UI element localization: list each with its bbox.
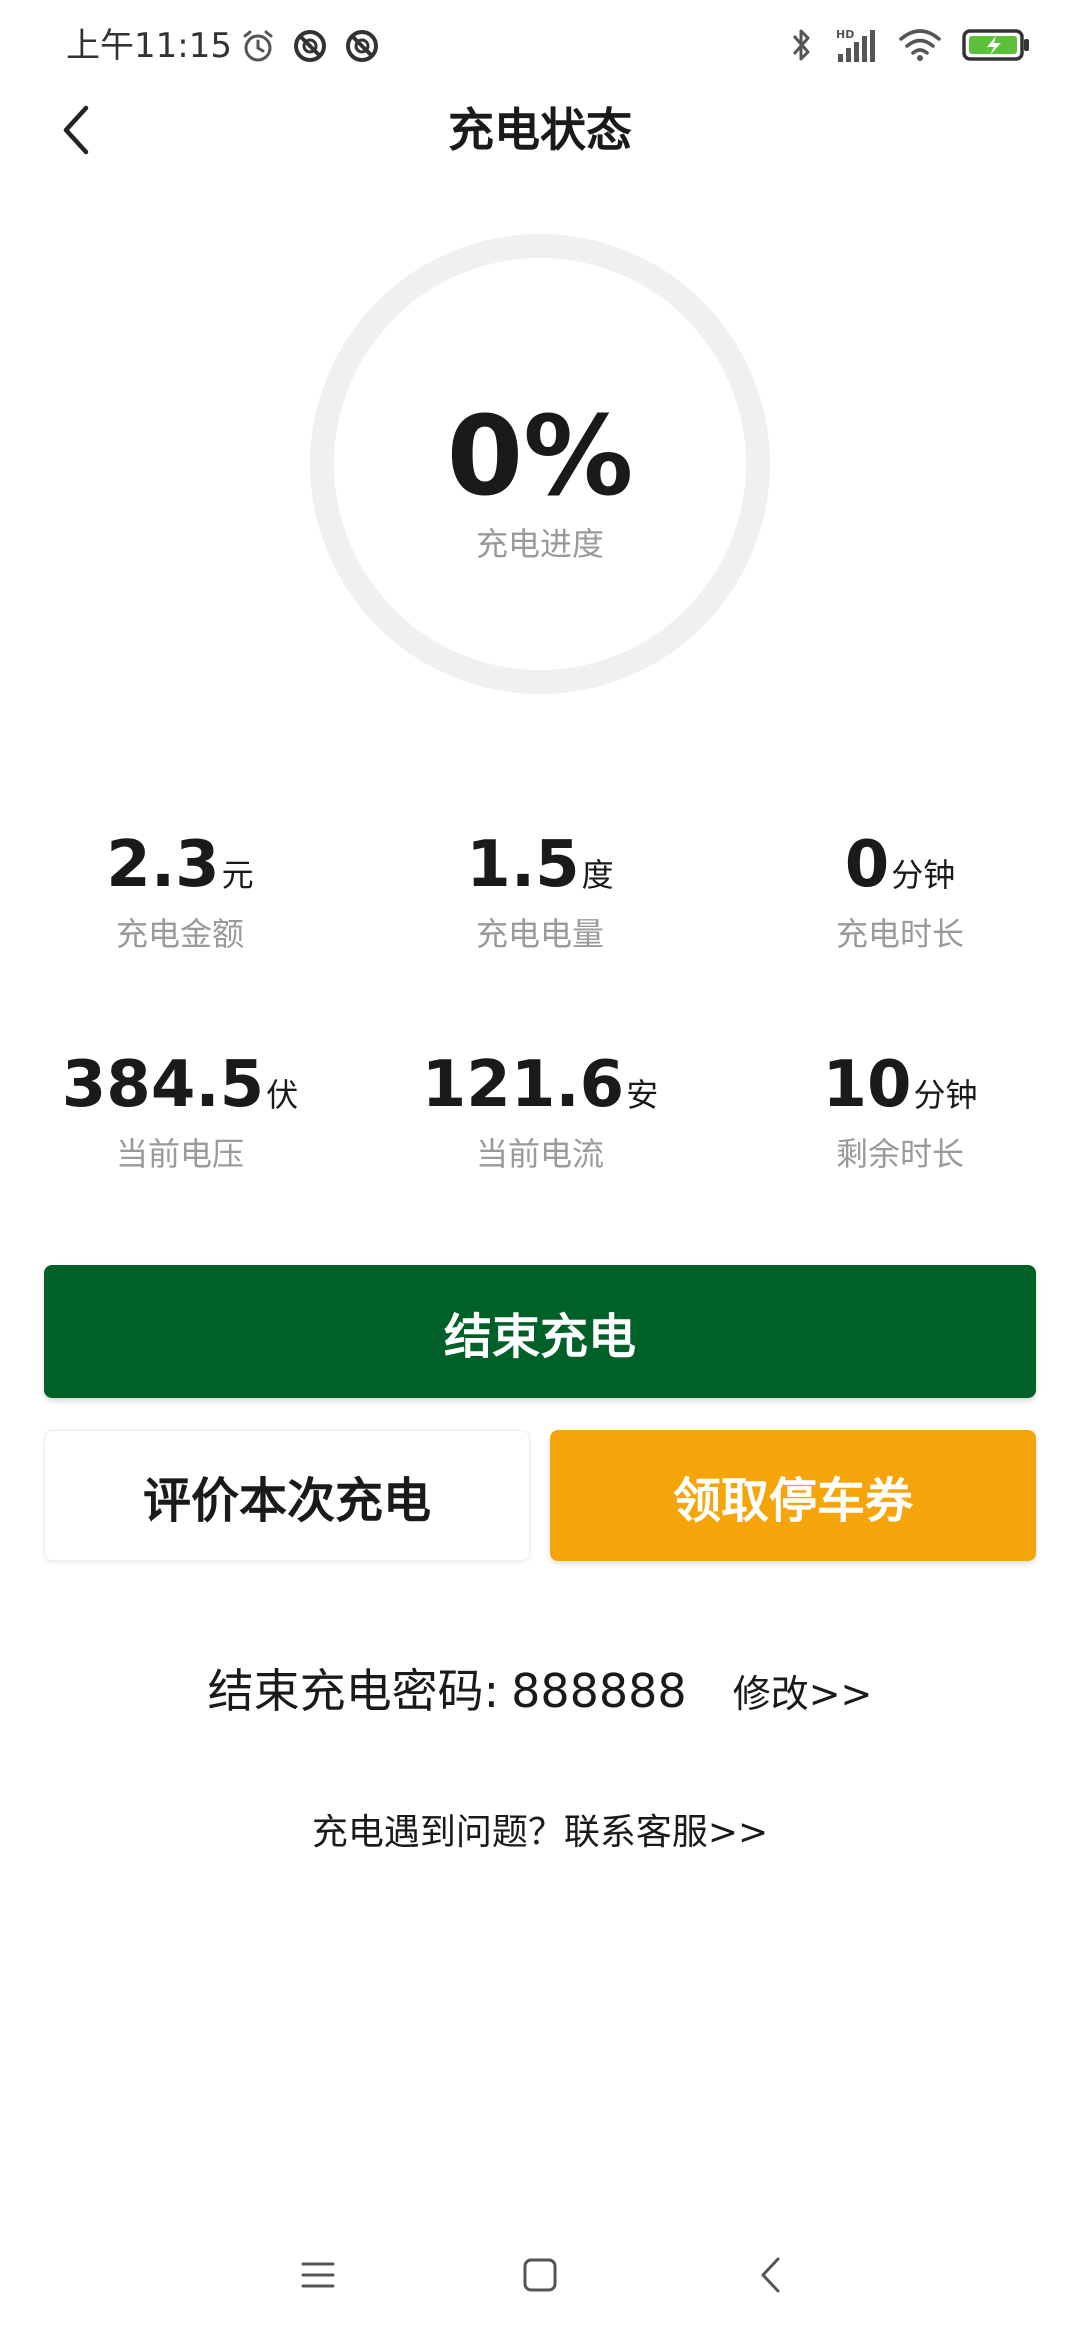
stat-label: 充电金额 xyxy=(115,915,244,953)
nav-home-button[interactable] xyxy=(505,2240,575,2310)
hd-signal-icon: HD xyxy=(834,26,878,64)
nav-menu-button[interactable] xyxy=(283,2240,353,2310)
svg-text:HD: HD xyxy=(836,28,854,41)
stat-label: 当前电流 xyxy=(475,1135,604,1173)
stat-charge-energy: 1.5 度 充电电量 xyxy=(360,820,720,1040)
battery-charging-icon xyxy=(962,27,1032,63)
progress-percentage: 0% xyxy=(446,392,634,520)
home-square-icon xyxy=(522,2257,558,2293)
status-right-icons: HD xyxy=(790,26,1032,64)
dnd-icon xyxy=(292,28,328,64)
stat-current: 121.6 安 当前电流 xyxy=(360,1040,720,1260)
stat-label: 当前电压 xyxy=(115,1135,244,1173)
stat-value: 121.6 xyxy=(421,1048,625,1122)
stat-voltage: 384.5 伏 当前电压 xyxy=(0,1040,360,1260)
nav-back-button[interactable] xyxy=(735,2240,805,2310)
password-value: 888888 xyxy=(511,1664,687,1718)
bluetooth-icon xyxy=(790,26,814,64)
stat-unit: 安 xyxy=(626,1076,659,1114)
rate-charging-button[interactable]: 评价本次充电 xyxy=(44,1430,530,1561)
header-bar: 充电状态 xyxy=(0,80,1080,190)
stat-value: 10 xyxy=(822,1048,912,1122)
stat-value: 1.5 xyxy=(466,828,580,902)
progress-label: 充电进度 xyxy=(475,525,604,563)
stats-row: 2.3 元 充电金额 1.5 度 充电电量 0 分钟 充电时长 xyxy=(0,820,1080,1040)
stat-unit: 分钟 xyxy=(891,856,956,894)
end-charging-password: 结束充电密码: 888888 修改>> xyxy=(0,1655,1080,1721)
stat-value: 0 xyxy=(844,828,890,902)
page-title: 充电状态 xyxy=(448,103,632,157)
system-nav-bar xyxy=(0,2220,1080,2330)
menu-icon xyxy=(301,2260,335,2290)
stat-label: 剩余时长 xyxy=(835,1135,964,1173)
end-charging-button[interactable]: 结束充电 xyxy=(44,1265,1036,1398)
stat-charge-duration: 0 分钟 充电时长 xyxy=(720,820,1080,1040)
modify-password-link[interactable]: 修改>> xyxy=(733,1663,873,1718)
stat-charge-amount: 2.3 元 充电金额 xyxy=(0,820,360,1040)
dnd-icon xyxy=(344,28,380,64)
stat-unit: 伏 xyxy=(266,1076,299,1114)
charging-stats: 2.3 元 充电金额 1.5 度 充电电量 0 分钟 充电时长 384.5 伏 … xyxy=(0,820,1080,1260)
alarm-icon xyxy=(240,28,276,64)
stat-label: 充电时长 xyxy=(835,915,964,953)
status-left-icons xyxy=(240,28,380,64)
charging-progress-ring: 0% 充电进度 xyxy=(302,226,778,702)
stat-label: 充电电量 xyxy=(475,915,604,953)
status-time: 上午11:15 xyxy=(66,26,232,66)
stat-value: 2.3 xyxy=(106,828,220,902)
stat-remaining-time: 10 分钟 剩余时长 xyxy=(720,1040,1080,1260)
claim-parking-coupon-button[interactable]: 领取停车券 xyxy=(550,1430,1036,1561)
wifi-icon xyxy=(898,27,942,63)
stat-unit: 度 xyxy=(581,856,614,894)
stats-row: 384.5 伏 当前电压 121.6 安 当前电流 10 分钟 剩余时长 xyxy=(0,1040,1080,1260)
stat-unit: 分钟 xyxy=(913,1076,978,1114)
contact-support-link[interactable]: 充电遇到问题？联系客服>> xyxy=(0,1808,1080,1858)
stat-value: 384.5 xyxy=(61,1048,265,1122)
password-label: 结束充电密码: xyxy=(207,1664,500,1718)
back-triangle-icon xyxy=(758,2255,782,2295)
charging-status-screen: 上午11:15 HD 充电状态 0% 充电进度 2.3 元 充电金额 1.5 度… xyxy=(0,0,1080,2340)
stat-unit: 元 xyxy=(221,856,254,894)
